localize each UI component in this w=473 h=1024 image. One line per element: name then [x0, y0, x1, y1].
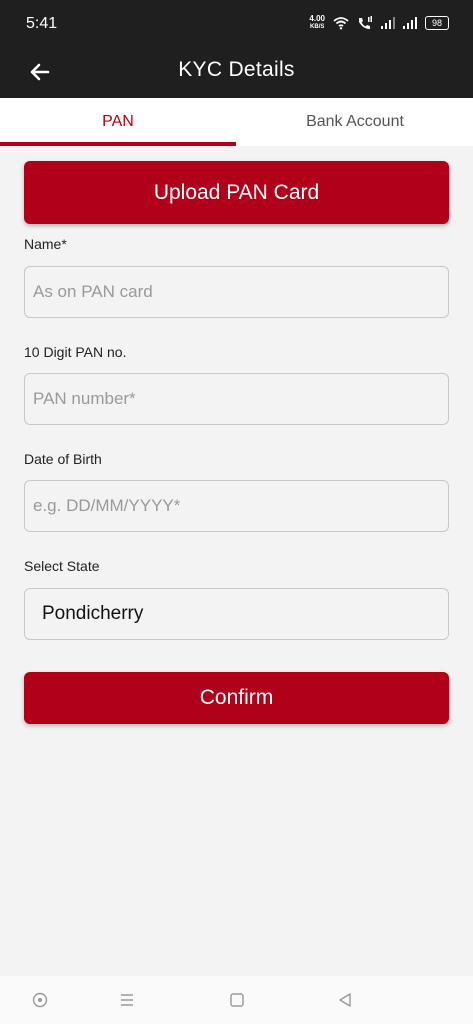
tab-bar: PAN Bank Account: [0, 98, 473, 146]
status-time: 5:41: [26, 15, 58, 32]
network-speed-value: 4.00: [309, 14, 325, 23]
dob-input[interactable]: e.g. DD/MM/YYYY*: [24, 480, 449, 532]
signal-icon-2: [403, 17, 417, 29]
battery-icon: 98: [425, 16, 449, 30]
pan-number-input[interactable]: PAN number*: [24, 373, 449, 425]
menu-icon[interactable]: [119, 992, 135, 1008]
dob-label: Date of Birth: [24, 451, 102, 467]
status-icons: 4.00 KB/S 98: [309, 15, 449, 31]
network-speed-unit: KB/S: [310, 24, 325, 30]
name-label: Name*: [24, 236, 67, 252]
status-bar: 5:41 4.00 KB/S 98: [0, 0, 473, 46]
network-speed: 4.00 KB/S: [309, 15, 325, 31]
tab-bank-account[interactable]: Bank Account: [237, 98, 473, 146]
active-tab-indicator: [0, 142, 236, 146]
back-triangle-icon[interactable]: [337, 992, 353, 1008]
app-bar: KYC Details: [0, 46, 473, 98]
state-label: Select State: [24, 558, 100, 574]
state-select[interactable]: Pondicherry: [24, 588, 449, 640]
signal-icon: [381, 17, 395, 29]
square-icon[interactable]: [229, 992, 245, 1008]
name-input[interactable]: As on PAN card: [24, 266, 449, 318]
home-icon[interactable]: [32, 992, 48, 1008]
call-icon: [359, 16, 372, 29]
page-title: KYC Details: [178, 58, 295, 81]
wifi-icon: [333, 17, 349, 30]
pan-label: 10 Digit PAN no.: [24, 344, 127, 360]
system-nav-bar: [0, 976, 473, 1024]
tab-pan[interactable]: PAN: [0, 98, 236, 146]
upload-pan-card-button[interactable]: Upload PAN Card: [24, 161, 449, 224]
confirm-button[interactable]: Confirm: [24, 672, 449, 724]
